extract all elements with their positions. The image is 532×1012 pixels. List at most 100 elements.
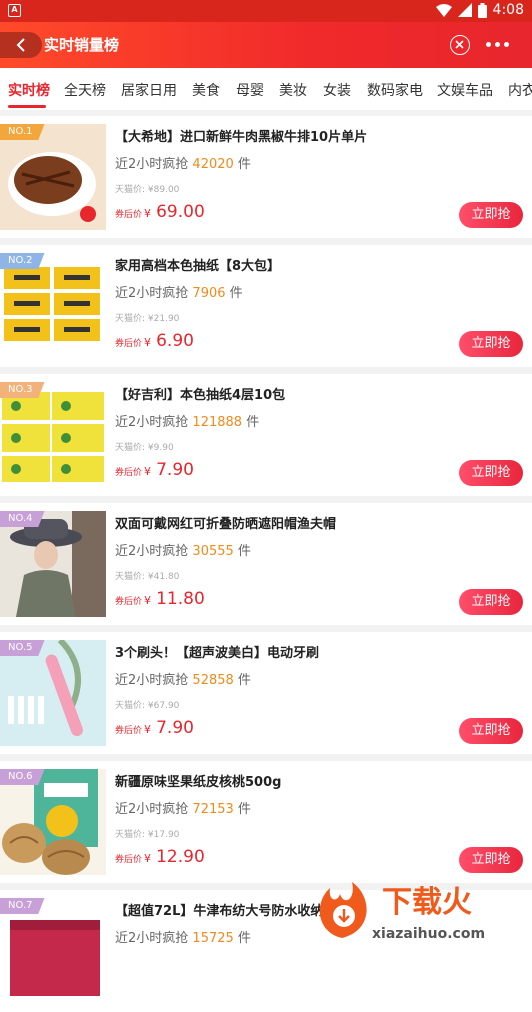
tab-womenswear[interactable]: 女装 bbox=[323, 80, 351, 100]
product-card[interactable]: NO.5 3个刷头！【超声波美白】电动牙刷 近2小时疯抢 52858 件天猫价: ¥… bbox=[0, 632, 532, 754]
tab-entertainment[interactable]: 文娱车品 bbox=[437, 80, 493, 100]
buy-now-button[interactable]: 立即抢 bbox=[459, 202, 523, 228]
product-card[interactable]: NO.6 新疆原味坚果纸皮核桃500g 近2小时疯抢 72153 件天猫价: ¥17… bbox=[0, 761, 532, 883]
category-tabs: 实时榜 全天榜 居家日用 美食 母婴 美妆 女装 数码家电 文娱车品 内衣 bbox=[0, 68, 532, 110]
sold-number: 7906 bbox=[192, 286, 226, 301]
sales-count: 近2小时疯抢 121888 件 bbox=[115, 411, 259, 430]
coupon-price: 券后价 ¥ 69.00 bbox=[115, 202, 205, 222]
sales-count: 近2小时疯抢 52858 件 bbox=[115, 669, 251, 688]
close-icon bbox=[455, 40, 464, 49]
currency-symbol: ¥ bbox=[144, 852, 152, 865]
bucket-hat-image[interactable]: NO.4 bbox=[0, 511, 106, 617]
coupon-price-value: 69.00 bbox=[156, 202, 205, 222]
coupon-price: 券后价 ¥ 7.90 bbox=[115, 460, 194, 480]
tissue-box-image[interactable]: NO.2 bbox=[0, 253, 106, 359]
product-title[interactable]: 【好吉利】本色抽纸4层10包 bbox=[115, 384, 515, 403]
flame-logo-icon: 下载火 xiazaihuo.com bbox=[319, 882, 485, 942]
product-card[interactable]: NO.4 双面可戴网红可折叠防晒遮阳帽渔夫帽 近2小时疯抢 30555 件天猫价: … bbox=[0, 503, 532, 625]
wifi-icon bbox=[435, 3, 452, 17]
coupon-price-label: 券后价 bbox=[115, 339, 143, 349]
rank-badge: NO.7 bbox=[0, 898, 45, 914]
steak-image[interactable]: NO.1 bbox=[0, 124, 106, 230]
original-price-label: 天猫价: ¥ bbox=[115, 443, 154, 453]
sales-suffix: 件 bbox=[229, 286, 243, 301]
coupon-price-label: 券后价 bbox=[115, 468, 143, 478]
original-price: 天猫价: ¥21.90 bbox=[115, 311, 179, 324]
product-title[interactable]: 【大希地】进口新鲜牛肉黑椒牛排10片单片 bbox=[115, 126, 515, 145]
buy-now-button[interactable]: 立即抢 bbox=[459, 718, 523, 744]
tab-realtime[interactable]: 实时榜 bbox=[8, 80, 50, 100]
back-button[interactable] bbox=[0, 32, 42, 58]
sales-suffix: 件 bbox=[246, 415, 260, 430]
original-price-value: 89.00 bbox=[153, 185, 180, 195]
sales-prefix: 近2小时疯抢 bbox=[115, 415, 189, 430]
sales-prefix: 近2小时疯抢 bbox=[115, 286, 189, 301]
tab-baby[interactable]: 母婴 bbox=[236, 80, 264, 100]
original-price: 天猫价: ¥9.90 bbox=[115, 440, 174, 453]
sold-number: 121888 bbox=[192, 415, 243, 430]
sales-suffix: 件 bbox=[237, 544, 251, 559]
walnut-image[interactable]: NO.6 bbox=[0, 769, 106, 875]
rank-badge: NO.2 bbox=[0, 253, 45, 269]
app-bar: 实时销量榜 bbox=[0, 22, 532, 68]
product-card[interactable]: NO.3 【好吉利】本色抽纸4层10包 近2小时疯抢 121888 件天猫价: ¥9… bbox=[0, 374, 532, 496]
coupon-price-label: 券后价 bbox=[115, 597, 143, 607]
rank-badge: NO.4 bbox=[0, 511, 45, 527]
product-card[interactable]: NO.2 家用高档本色抽纸【8大包】近2小时疯抢 7906 件天猫价: ¥21.9… bbox=[0, 245, 532, 367]
original-price-label: 天猫价: ¥ bbox=[115, 572, 154, 582]
tab-food[interactable]: 美食 bbox=[192, 80, 220, 100]
rank-badge: NO.6 bbox=[0, 769, 45, 785]
currency-symbol: ¥ bbox=[144, 594, 152, 607]
original-price-value: 41.80 bbox=[153, 572, 180, 582]
app-notification-icon: A bbox=[8, 4, 21, 17]
original-price-value: 21.90 bbox=[153, 314, 180, 324]
tab-digital[interactable]: 数码家电 bbox=[367, 80, 423, 100]
sales-suffix: 件 bbox=[237, 673, 251, 688]
coupon-price: 券后价 ¥ 11.80 bbox=[115, 589, 205, 609]
clock: 4:08 bbox=[492, 2, 524, 18]
original-price: 天猫价: ¥89.00 bbox=[115, 182, 179, 195]
coupon-price-value: 7.90 bbox=[156, 718, 194, 738]
sales-count: 近2小时疯抢 15725 件 bbox=[115, 927, 251, 946]
buy-now-button[interactable]: 立即抢 bbox=[459, 460, 523, 486]
product-title[interactable]: 新疆原味坚果纸皮核桃500g bbox=[115, 771, 515, 790]
coupon-price-value: 7.90 bbox=[156, 460, 194, 480]
coupon-price-label: 券后价 bbox=[115, 855, 143, 865]
original-price: 天猫价: ¥41.80 bbox=[115, 569, 179, 582]
tab-household[interactable]: 居家日用 bbox=[121, 80, 177, 100]
more-options-button[interactable] bbox=[486, 42, 509, 47]
tab-all-day[interactable]: 全天榜 bbox=[64, 80, 106, 100]
tab-underwear[interactable]: 内衣 bbox=[508, 80, 532, 100]
coupon-price: 券后价 ¥ 6.90 bbox=[115, 331, 194, 351]
product-card[interactable]: NO.1 【大希地】进口新鲜牛肉黑椒牛排10片单片 近2小时疯抢 42020 件天猫… bbox=[0, 116, 532, 238]
sales-count: 近2小时疯抢 42020 件 bbox=[115, 153, 251, 172]
original-price-label: 天猫价: ¥ bbox=[115, 830, 154, 840]
close-button[interactable] bbox=[450, 35, 470, 55]
storage-box-image[interactable]: NO.7 bbox=[0, 898, 106, 1004]
tab-beauty[interactable]: 美妆 bbox=[279, 80, 307, 100]
coupon-price-label: 券后价 bbox=[115, 726, 143, 736]
coupon-price: 券后价 ¥ 7.90 bbox=[115, 718, 194, 738]
battery-icon bbox=[477, 2, 487, 18]
original-price-label: 天猫价: ¥ bbox=[115, 185, 154, 195]
currency-symbol: ¥ bbox=[144, 465, 152, 478]
coupon-price-value: 11.80 bbox=[156, 589, 205, 609]
watermark-logo: 下载火 xiazaihuo.com bbox=[312, 872, 532, 944]
toothbrush-image[interactable]: NO.5 bbox=[0, 640, 106, 746]
original-price-value: 17.90 bbox=[153, 830, 180, 840]
sold-number: 72153 bbox=[192, 802, 234, 817]
buy-now-button[interactable]: 立即抢 bbox=[459, 589, 523, 615]
status-bar-right: 4:08 bbox=[435, 2, 524, 18]
sales-prefix: 近2小时疯抢 bbox=[115, 802, 189, 817]
watermark-text: 下载火 bbox=[382, 885, 472, 920]
sales-count: 近2小时疯抢 30555 件 bbox=[115, 540, 251, 559]
product-title[interactable]: 家用高档本色抽纸【8大包】 bbox=[115, 255, 515, 274]
sold-number: 30555 bbox=[192, 544, 234, 559]
buy-now-button[interactable]: 立即抢 bbox=[459, 847, 523, 873]
page-title: 实时销量榜 bbox=[44, 36, 120, 54]
tissue-pack-image[interactable]: NO.3 bbox=[0, 382, 106, 488]
rank-badge: NO.5 bbox=[0, 640, 45, 656]
product-title[interactable]: 双面可戴网红可折叠防晒遮阳帽渔夫帽 bbox=[115, 513, 515, 532]
product-title[interactable]: 3个刷头！【超声波美白】电动牙刷 bbox=[115, 642, 515, 661]
buy-now-button[interactable]: 立即抢 bbox=[459, 331, 523, 357]
